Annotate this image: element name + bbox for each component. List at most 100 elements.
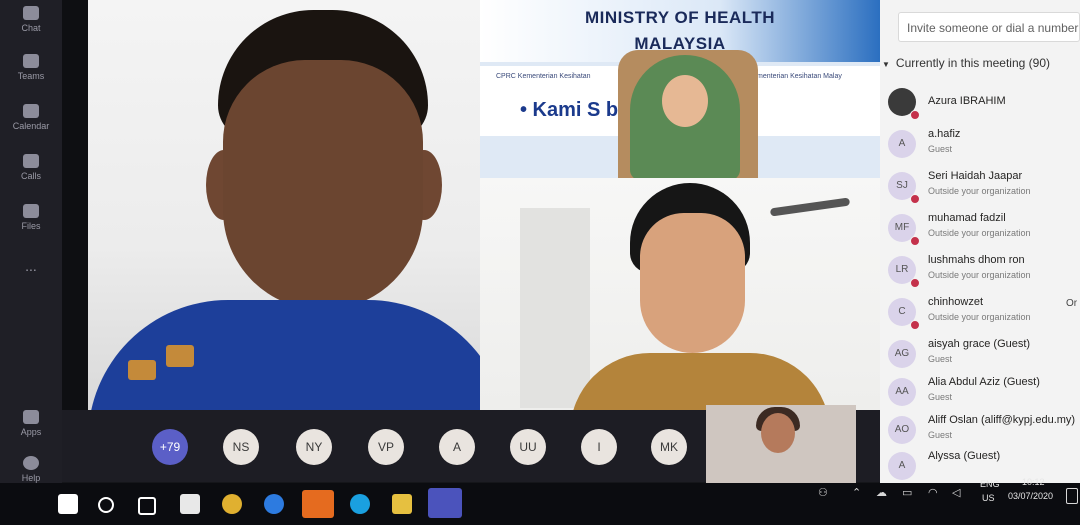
edge-icon[interactable]: [264, 494, 284, 514]
windows-start-icon[interactable]: [58, 494, 78, 514]
volume-icon[interactable]: ◁: [952, 486, 960, 499]
participant-avatar[interactable]: NY: [296, 429, 332, 465]
participant-row[interactable]: Azura IBRAHIM: [872, 82, 1080, 122]
participant-row[interactable]: AA Alia Abdul Aziz (Guest) Guest: [872, 372, 1080, 412]
battery-icon[interactable]: ▭: [902, 486, 912, 499]
participant-name: a.hafiz: [928, 128, 961, 140]
avatar: AA: [888, 378, 916, 406]
cloud-icon[interactable]: ☁: [876, 486, 887, 499]
participant-row[interactable]: A Alyssa (Guest): [872, 446, 1080, 483]
participant-row[interactable]: C chinhowzet Outside your organization O…: [872, 292, 1080, 332]
participant-name: lushmahs dhom ron: [928, 254, 1025, 266]
app-rail: Chat Teams Calendar Calls Files ... Apps…: [0, 0, 62, 485]
file-explorer-icon[interactable]: [392, 494, 412, 514]
video-tile-top-right[interactable]: MINISTRY OF HEALTH MALAYSIA CPRC Kemente…: [480, 0, 880, 178]
participant-name: Alyssa (Guest): [928, 450, 1001, 462]
rail-item-chat[interactable]: Chat: [0, 6, 62, 33]
participant-avatar[interactable]: I: [581, 429, 617, 465]
apps-icon: [23, 410, 39, 424]
avatar: AO: [888, 416, 916, 444]
ceiling-fan-shape: [769, 197, 851, 217]
rail-item-more[interactable]: ...: [0, 258, 62, 274]
uniform-badge: [128, 360, 156, 380]
rail-item-apps[interactable]: Apps: [0, 410, 62, 437]
search-icon[interactable]: [98, 497, 114, 513]
files-icon: [23, 204, 39, 218]
face-shape: [761, 413, 795, 453]
participant-role: Outside your organization: [928, 186, 1031, 196]
rail-label: Apps: [20, 427, 42, 437]
busy-status-icon: [910, 278, 920, 288]
invite-input[interactable]: Invite someone or dial a number: [898, 12, 1080, 42]
avatar: A: [888, 130, 916, 158]
rail-item-calls[interactable]: Calls: [0, 154, 62, 181]
store-icon[interactable]: [180, 494, 200, 514]
participant-name: Aliff Oslan (aliff@kypj.edu.my): [928, 414, 1076, 426]
video-tile-mid-right[interactable]: [480, 178, 880, 410]
self-view-video[interactable]: [706, 405, 856, 483]
busy-status-icon: [910, 236, 920, 246]
people-icon[interactable]: ⚇: [818, 486, 828, 499]
skype-icon[interactable]: [350, 494, 370, 514]
chat-icon: [23, 6, 39, 20]
participants-section-header[interactable]: ▼ Currently in this meeting (90): [882, 56, 1050, 70]
participant-name: muhamad fadzil: [928, 212, 1006, 224]
more-icon: ...: [25, 258, 37, 274]
rail-item-calendar[interactable]: Calendar: [0, 104, 62, 131]
rail-label: Calendar: [12, 121, 50, 131]
chevron-up-icon[interactable]: ⌃: [852, 486, 861, 499]
teams-icon: [23, 54, 39, 68]
participant-row[interactable]: MF muhamad fadzil Outside your organizat…: [872, 208, 1080, 248]
face-shape: [640, 213, 745, 353]
outlook-icon[interactable]: [302, 490, 334, 518]
wall-shape: [520, 208, 590, 408]
rail-item-files[interactable]: Files: [0, 204, 62, 231]
participant-avatar[interactable]: VP: [368, 429, 404, 465]
participant-name: Alia Abdul Aziz (Guest): [928, 376, 1040, 388]
rail-item-teams[interactable]: Teams: [0, 54, 62, 81]
chrome-icon[interactable]: [222, 494, 242, 514]
participant-role: Outside your organization: [928, 270, 1031, 280]
shirt-shape: [570, 353, 830, 410]
participant-name: Seri Haidah Jaapar: [928, 170, 1023, 182]
clock-time[interactable]: 10:12: [1022, 477, 1045, 487]
clock-date: 03/07/2020: [1008, 491, 1054, 501]
phone-icon: [23, 154, 39, 168]
participant-avatar[interactable]: MK: [651, 429, 687, 465]
rail-label: Files: [21, 221, 41, 231]
participant-role: Guest: [928, 354, 953, 364]
participant-row[interactable]: SJ Seri Haidah Jaapar Outside your organ…: [872, 166, 1080, 206]
participant-row[interactable]: AG aisyah grace (Guest) Guest: [872, 334, 1080, 374]
windows-taskbar: [0, 483, 1080, 525]
participant-row[interactable]: LR lushmahs dhom ron Outside your organi…: [872, 250, 1080, 290]
video-stage: MINISTRY OF HEALTH MALAYSIA CPRC Kemente…: [62, 0, 880, 410]
teams-icon[interactable]: [428, 488, 462, 518]
participant-avatar[interactable]: NS: [223, 429, 259, 465]
wifi-icon[interactable]: ◠: [928, 486, 938, 499]
participant-role: Guest: [928, 392, 953, 402]
busy-status-icon: [910, 320, 920, 330]
task-view-icon[interactable]: [138, 497, 156, 515]
strip-text: CPRC Kementerian Kesihatan: [496, 73, 591, 80]
video-tile-left[interactable]: [88, 0, 482, 410]
rail-label: Teams: [17, 71, 45, 81]
participant-role: Outside your organization: [928, 312, 1031, 322]
participant-row[interactable]: A a.hafiz Guest: [872, 124, 1080, 164]
banner-line1: MINISTRY OF HEALTH: [584, 8, 775, 27]
rail-label: Help: [21, 473, 41, 483]
rail-label: Chat: [21, 23, 41, 33]
participant-row[interactable]: AO Aliff Oslan (aliff@kypj.edu.my) Guest: [872, 410, 1080, 450]
rail-item-help[interactable]: Help: [0, 456, 62, 483]
busy-status-icon: [910, 110, 920, 120]
busy-status-icon: [910, 194, 920, 204]
participant-avatar[interactable]: UU: [510, 429, 546, 465]
input-language[interactable]: ENG: [980, 479, 1000, 489]
uniform-badge: [166, 345, 194, 367]
participant-role: Outside your organization: [928, 228, 1031, 238]
notification-icon[interactable]: [1066, 488, 1078, 504]
uniform-shape: [88, 300, 482, 410]
chevron-down-icon: ▼: [882, 60, 890, 69]
more-participants-avatar[interactable]: +79: [152, 429, 188, 465]
participant-avatar[interactable]: A: [439, 429, 475, 465]
participant-role: Guest: [928, 430, 953, 440]
